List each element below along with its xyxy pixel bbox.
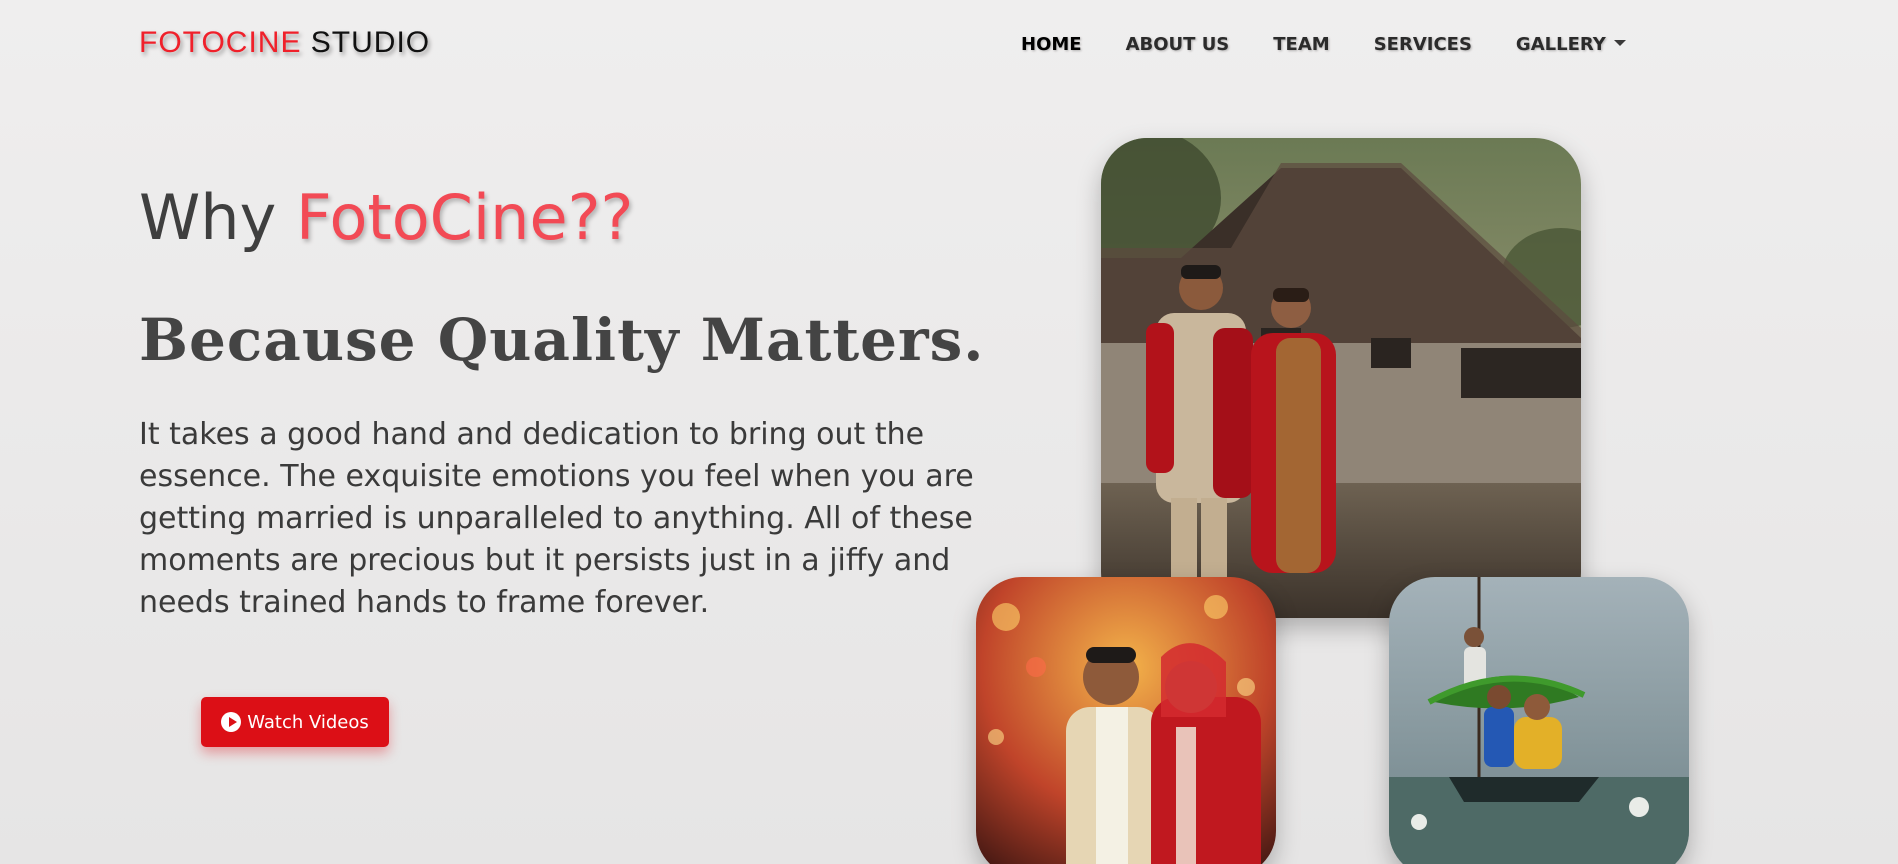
watch-videos-button[interactable]: Watch Videos [201, 697, 389, 747]
nav-gallery-label: GALLERY [1515, 34, 1606, 55]
nav-home[interactable]: HOME [1021, 34, 1082, 55]
hero-heading: Why FotoCine?? [139, 178, 633, 258]
play-circle-icon [221, 712, 242, 732]
nav-team[interactable]: TEAM [1273, 34, 1329, 55]
gallery-photo-couple-garlands [976, 577, 1276, 864]
nav-services[interactable]: SERVICES [1374, 34, 1472, 55]
caret-down-icon [1613, 40, 1626, 46]
brand-logo[interactable]: FOTOCINE STUDIO [139, 28, 430, 58]
hero-description: It takes a good hand and dedication to b… [139, 417, 974, 620]
brand-logo-part1: FOTOCINE [139, 26, 302, 59]
hero-heading-brand: FotoCine?? [296, 181, 634, 254]
page: FOTOCINE STUDIO HOME ABOUT US TEAM SERVI… [0, 0, 1898, 864]
nav-about-us[interactable]: ABOUT US [1126, 34, 1230, 55]
main-nav: HOME ABOUT US TEAM SERVICES GALLERY [1021, 34, 1626, 55]
gallery-photo-couple-boat [1389, 577, 1689, 864]
nav-gallery-dropdown[interactable]: GALLERY [1516, 34, 1626, 55]
gallery-photo-couple-house [1101, 138, 1581, 618]
watch-videos-label: Watch Videos [247, 711, 369, 733]
hero-heading-prefix: Why [139, 181, 296, 254]
hero-tagline: Because Quality Matters. [139, 306, 985, 374]
brand-logo-part2: STUDIO [301, 26, 431, 59]
